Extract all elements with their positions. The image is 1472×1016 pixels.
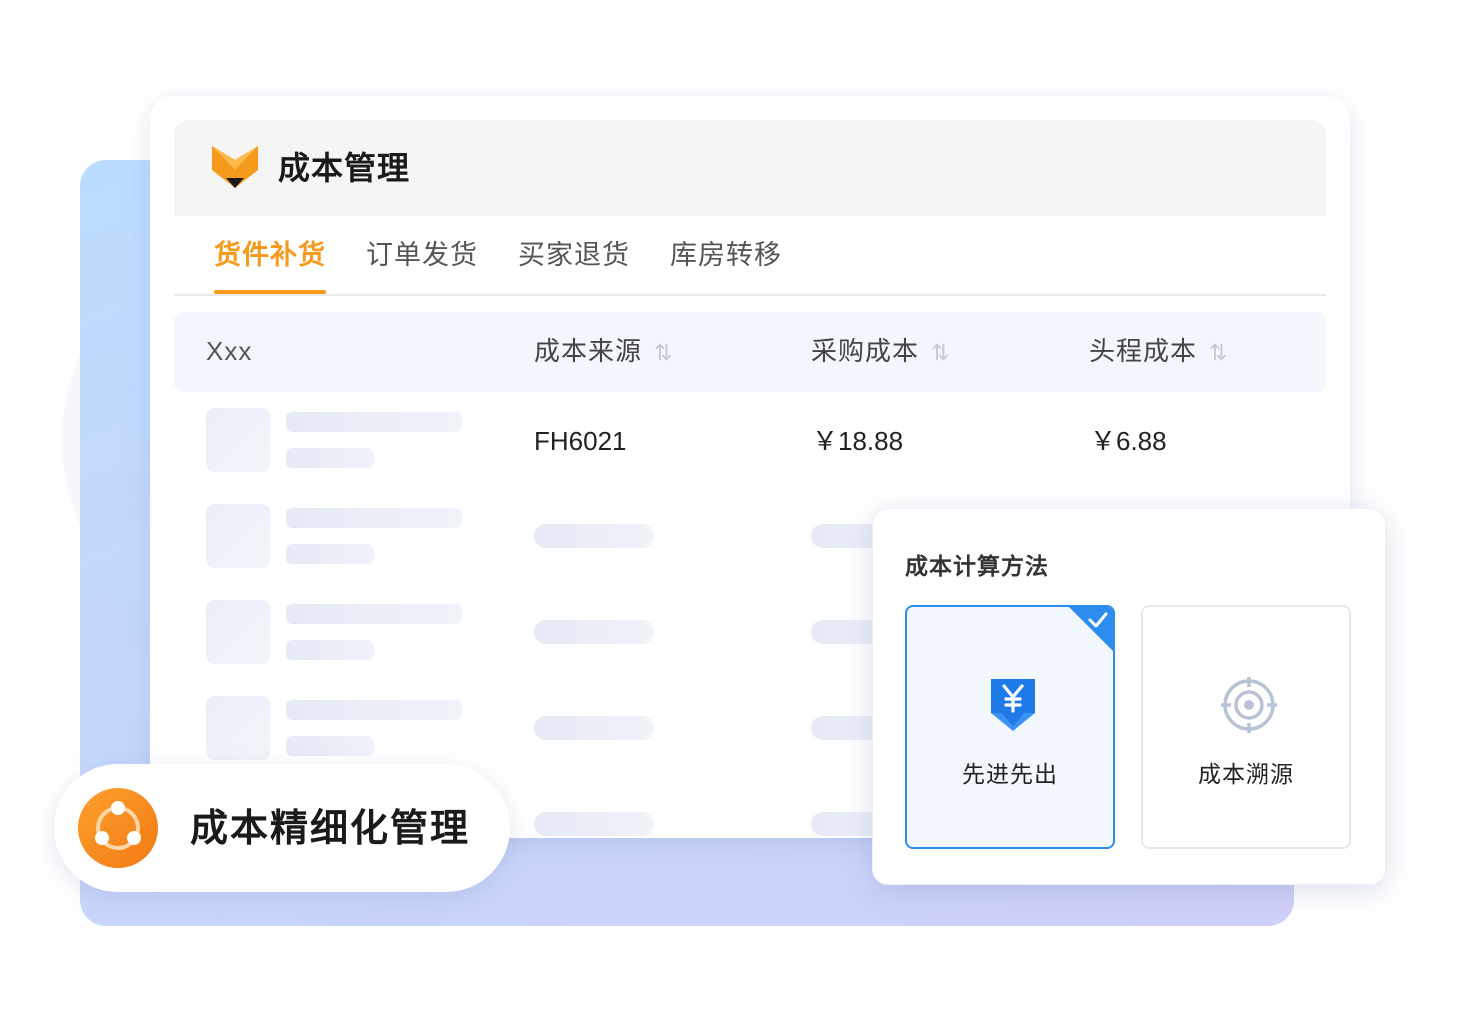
product-name-placeholder (286, 412, 462, 432)
column-header-label: 头程成本 (1089, 336, 1198, 366)
option-label: 先进先出 (962, 761, 1058, 787)
column-header-label: 成本来源 (534, 336, 643, 366)
target-icon (1221, 677, 1277, 733)
cell-cost-source: FH6021 (534, 426, 627, 456)
option-cost-trace[interactable]: 成本溯源 (1141, 605, 1351, 849)
tab-bar: 货件补货 订单发货 买家退货 库房转移 (174, 216, 1326, 296)
product-sku-placeholder (286, 640, 374, 660)
product-name-placeholder (286, 508, 462, 528)
feature-badge: 成本精细化管理 (54, 764, 510, 892)
tab-order-shipping[interactable]: 订单发货 (366, 238, 478, 272)
cell-first-leg-cost: ￥6.88 (1090, 426, 1167, 456)
cell-placeholder (534, 716, 654, 740)
fox-logo-icon (212, 146, 258, 188)
network-nodes-icon (78, 788, 158, 868)
sort-icon[interactable]: ⇅ (931, 336, 950, 370)
sort-icon[interactable]: ⇅ (1209, 336, 1228, 370)
tab-warehouse-transfer[interactable]: 库房转移 (670, 238, 782, 272)
badge-title: 成本精细化管理 (190, 808, 471, 850)
cell-placeholder (534, 524, 654, 548)
option-fifo[interactable]: 先进先出 (905, 605, 1115, 849)
cell-purchase-cost: ￥18.88 (812, 426, 904, 456)
table-header: Xxx 成本来源 ⇅ 采购成本 ⇅ 头程成本 ⇅ (174, 312, 1326, 392)
column-header-label: 采购成本 (811, 336, 920, 366)
product-sku-placeholder (286, 736, 374, 756)
product-thumbnail-placeholder (206, 696, 270, 760)
product-thumbnail-placeholder (206, 504, 270, 568)
product-name-placeholder (286, 604, 462, 624)
column-header-first-leg-cost[interactable]: 头程成本 ⇅ (1089, 334, 1228, 370)
tab-buyer-return[interactable]: 买家退货 (518, 238, 630, 272)
cell-placeholder (534, 812, 654, 836)
product-thumbnail-placeholder (206, 408, 270, 472)
yuan-down-icon (991, 679, 1035, 731)
column-header-xxx: Xxx (206, 336, 253, 366)
product-sku-placeholder (286, 448, 374, 468)
product-thumbnail-placeholder (206, 600, 270, 664)
column-header-cost-source[interactable]: 成本来源 ⇅ (534, 334, 673, 370)
product-name-placeholder (286, 700, 462, 720)
cost-method-popup: 成本计算方法 先进先出 成本溯源 (872, 508, 1386, 885)
page-title: 成本管理 (278, 150, 411, 186)
tab-shipment-replenish[interactable]: 货件补货 (214, 238, 326, 272)
sort-icon[interactable]: ⇅ (654, 336, 673, 370)
active-tab-indicator (214, 290, 326, 294)
column-header-purchase-cost[interactable]: 采购成本 ⇅ (811, 334, 950, 370)
card-header: 成本管理 (174, 120, 1326, 216)
option-label: 成本溯源 (1198, 761, 1294, 787)
check-icon (1088, 612, 1108, 628)
product-sku-placeholder (286, 544, 374, 564)
popup-title: 成本计算方法 (905, 553, 1049, 579)
cell-placeholder (534, 620, 654, 644)
